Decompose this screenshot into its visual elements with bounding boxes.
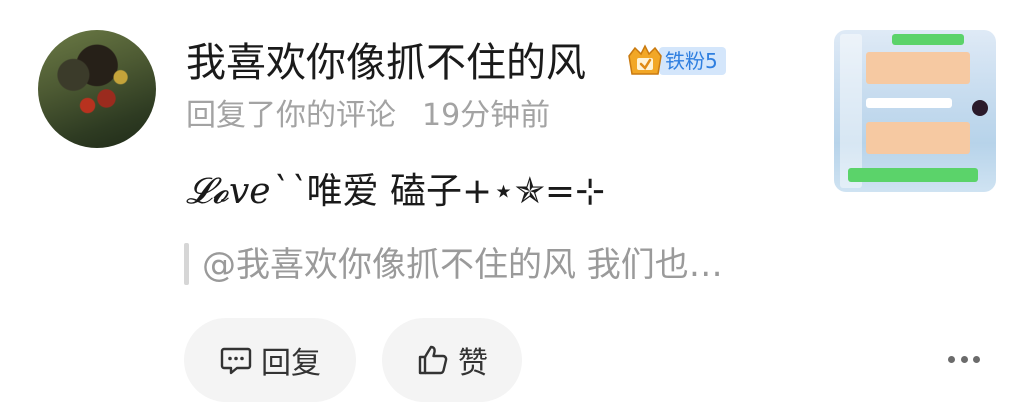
quoted-comment[interactable]: @我喜欢你像抓不住的风 我们也… (202, 242, 723, 288)
reply-button[interactable]: 回复 (184, 318, 356, 402)
thumbs-up-icon (416, 343, 450, 377)
quote-divider (184, 243, 189, 285)
comment-icon (219, 343, 253, 377)
content-prefix: 𝓛𝓸ve`` (186, 171, 307, 212)
avatar[interactable] (38, 30, 156, 148)
fan-level-label: 铁粉5 (659, 47, 726, 75)
like-label: 赞 (458, 346, 488, 381)
thumbnail-decor (866, 122, 970, 154)
thumbnail-decor (848, 168, 978, 182)
crown-badge-icon (625, 44, 665, 78)
comment-content: 𝓛𝓸ve``唯爱 磕子+⋆✯=⊹ (186, 168, 605, 216)
fan-badge: 铁粉5 (625, 44, 726, 78)
thumbnail-decor (892, 34, 964, 45)
timestamp: 19分钟前 (422, 98, 551, 133)
thumbnail-decor (866, 52, 970, 84)
thumbnail-decor (840, 34, 862, 188)
more-dot (973, 355, 980, 363)
more-dots-icon[interactable] (944, 344, 984, 374)
post-thumbnail[interactable] (834, 30, 996, 192)
username[interactable]: 我喜欢你像抓不住的风 (186, 38, 586, 88)
reply-label: 回复 (261, 346, 321, 381)
thumbnail-decor (866, 98, 952, 108)
comment-meta: 回复了你的评论 19分钟前 (186, 96, 550, 136)
thumbnail-decor (972, 100, 988, 116)
more-dot (948, 355, 955, 363)
content-text: 唯爱 磕子+⋆✯=⊹ (306, 171, 606, 212)
more-dot (960, 355, 968, 363)
action-text: 回复了你的评论 (186, 98, 396, 133)
like-button[interactable]: 赞 (382, 318, 522, 402)
